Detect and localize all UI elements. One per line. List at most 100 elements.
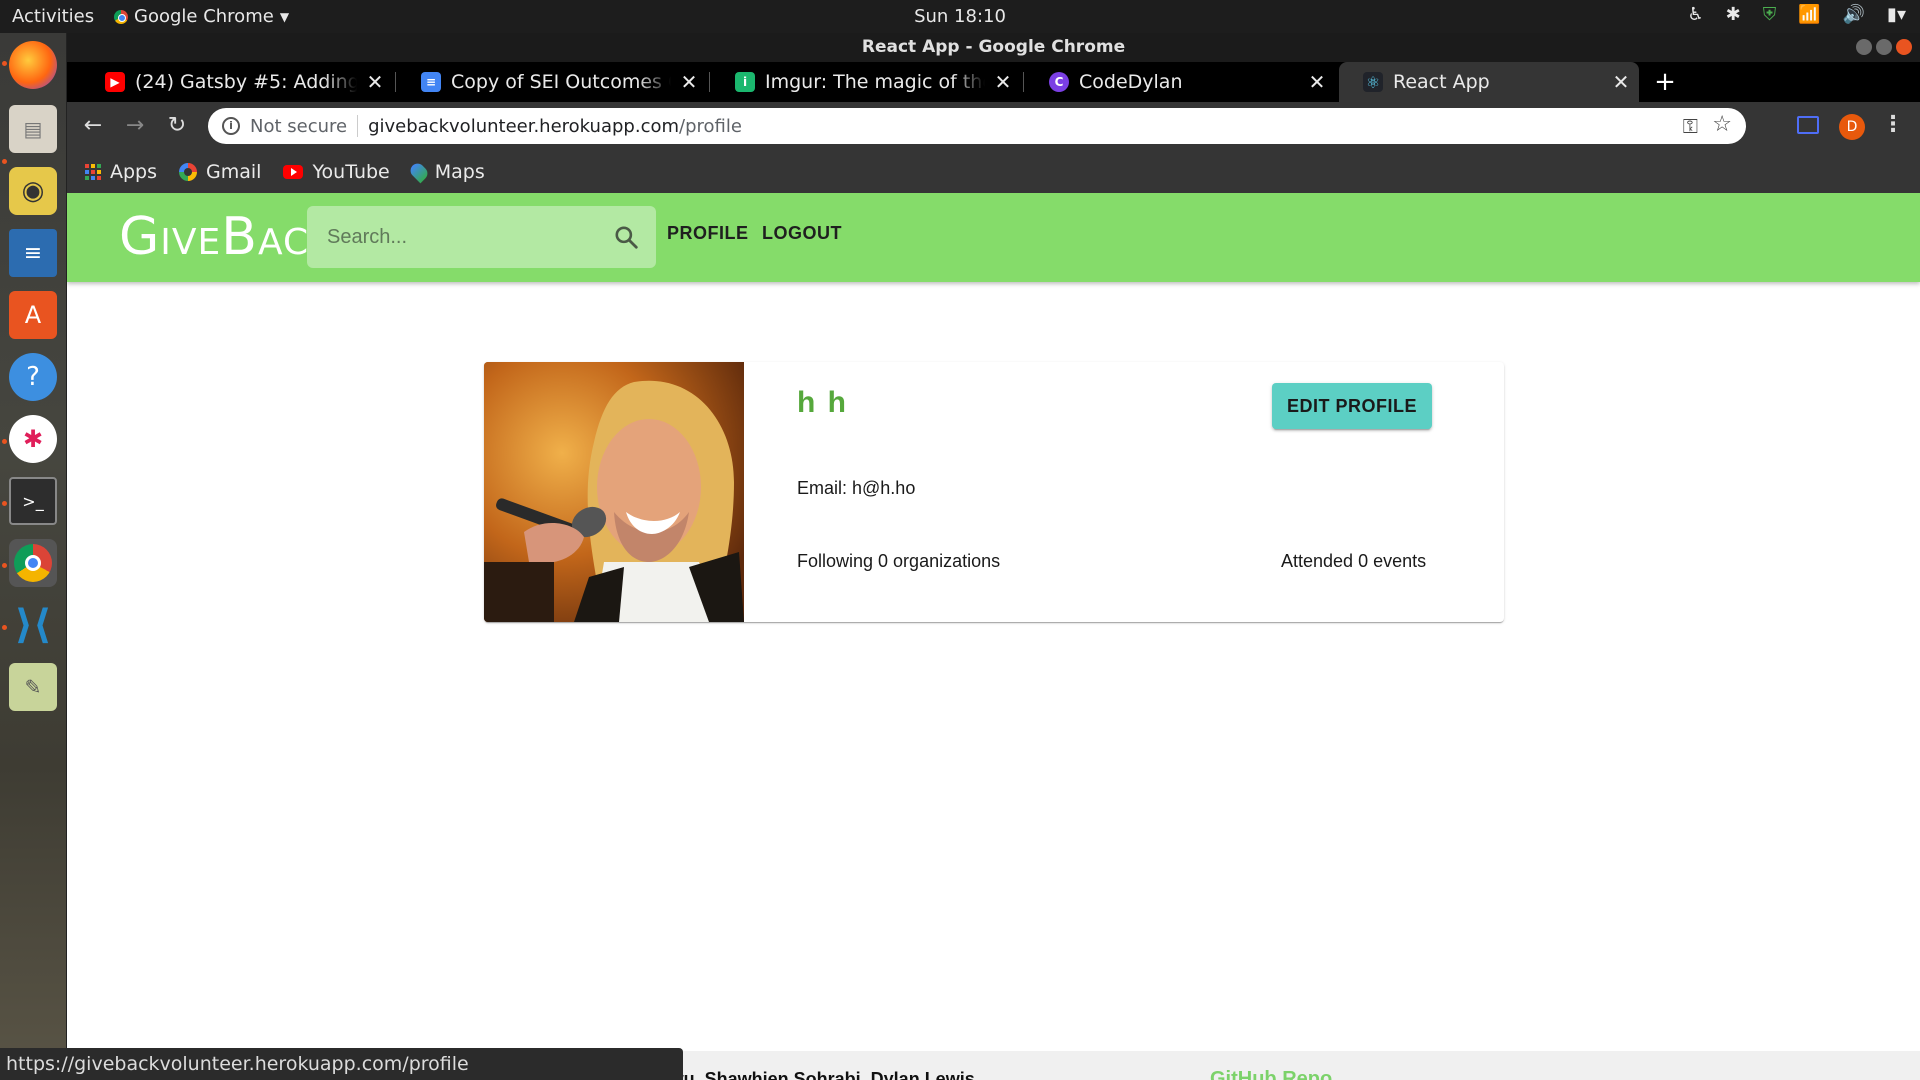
software-center-icon[interactable]: A [9,291,57,339]
running-indicator [2,501,7,506]
user-email: Email: h@h.ho [797,478,916,498]
codedylan-icon: C [1049,72,1069,92]
bookmark-star-icon[interactable]: ☆ [1712,112,1732,137]
forward-icon[interactable]: → [121,112,149,140]
tab-react-app[interactable]: ⚛ React App ✕ [1339,62,1639,102]
profile-photo [484,362,744,622]
system-top-bar: Activities Google Chrome ▼ Sun 18:10 ♿ ✱… [0,0,1920,33]
new-tab-button[interactable]: + [1647,62,1683,102]
following-count: Following 0 organizations [797,551,1001,571]
bookmark-youtube[interactable]: YouTube [283,160,390,183]
edit-profile-button[interactable]: EDIT PROFILE [1272,383,1432,429]
running-indicator [2,61,7,66]
bookmark-gmail[interactable]: Gmail [179,161,261,183]
react-icon: ⚛ [1363,72,1383,92]
bookmark-label: Apps [110,160,158,183]
app-menu[interactable]: Google Chrome ▼ [114,6,289,27]
bookmarks-bar: Apps Gmail YouTube Maps [67,150,1920,193]
bookmark-label: Maps [434,160,485,183]
cast-icon[interactable] [1797,116,1819,134]
tab-title: Imgur: The magic of the In [765,71,985,93]
volume-icon[interactable]: 🔊 [1843,4,1865,25]
close-tab-icon[interactable]: ✕ [1603,70,1639,94]
running-indicator [2,159,7,164]
help-icon[interactable]: ? [9,353,57,401]
more-menu-icon[interactable]: ⋮ [1882,112,1904,137]
bookmark-apps[interactable]: Apps [85,161,157,183]
search-input[interactable] [327,206,607,268]
rhythmbox-icon[interactable]: ◉ [9,167,57,215]
writer-icon[interactable]: ≡ [9,229,57,277]
minimize-button[interactable] [1856,39,1872,55]
github-repo-link[interactable]: GitHub Repo [1210,1068,1332,1080]
apps-icon [85,163,101,180]
close-tab-icon[interactable]: ✕ [357,70,393,94]
nav-profile-link[interactable]: PROFILE [667,223,749,244]
slack-tray-icon[interactable]: ✱ [1726,4,1741,25]
nav-logout-link[interactable]: LOGOUT [762,223,842,244]
window-titlebar[interactable]: React App - Google Chrome [67,33,1920,62]
running-indicator [2,563,7,568]
firefox-icon[interactable] [9,41,57,89]
close-window-button[interactable] [1896,39,1912,55]
chrome-window: React App - Google Chrome ▶ (24) Gatsby … [67,33,1920,1080]
shield-icon[interactable]: ⛨ [1763,4,1777,25]
site-logo[interactable]: GiveBack [119,209,334,265]
site-header: GiveBack PROFILE LOGOUT [67,193,1920,282]
close-tab-icon[interactable]: ✕ [985,70,1021,94]
bookmark-maps[interactable]: Maps [407,160,485,183]
tab-imgur[interactable]: i Imgur: The magic of the In ✕ [711,62,1021,102]
system-tray[interactable]: ♿ ✱ ⛨ 📶 🔊 ▮▾ [1687,4,1906,25]
search-box[interactable] [307,206,656,268]
ubuntu-dock: ▤ ◉ ≡ A ? ✱ >_ ⟩⟨ ✎ [0,33,67,1080]
app-menu-label: Google Chrome [134,6,274,27]
tab-title: Copy of SEI Outcomes Qu [451,71,671,93]
tab-title: React App [1393,71,1490,93]
chrome-icon [114,9,128,24]
battery-icon[interactable]: ▮▾ [1887,4,1906,25]
vscode-icon[interactable]: ⟩⟨ [9,601,57,649]
slack-icon[interactable]: ✱ [9,415,57,463]
bookmark-label: Gmail [206,160,262,183]
maps-icon [407,160,431,183]
address-bar[interactable]: i Not secure givebackvolunteer.herokuapp… [208,108,1746,144]
image-viewer-icon[interactable]: ✎ [9,663,57,711]
clock[interactable]: Sun 18:10 [914,6,1006,27]
close-tab-icon[interactable]: ✕ [1299,70,1335,94]
profile-avatar[interactable]: D [1839,114,1865,140]
chrome-dock-icon[interactable] [9,539,57,587]
google-icon [179,162,198,181]
tab-codedylan[interactable]: C CodeDylan ✕ [1025,62,1335,102]
running-indicator [2,439,7,444]
youtube-icon [283,164,304,179]
page-viewport: GiveBack PROFILE LOGOUT [67,193,1920,1080]
attended-count: Attended 0 events [1281,551,1427,571]
window-title: React App - Google Chrome [861,37,1126,57]
tab-sei-outcomes[interactable]: ≡ Copy of SEI Outcomes Qu ✕ [397,62,707,102]
link-status-bubble: https://givebackvolunteer.herokuapp.com/… [0,1048,683,1080]
terminal-icon[interactable]: >_ [9,477,57,525]
reload-icon[interactable]: ↻ [163,112,191,140]
info-icon[interactable]: i [222,117,240,135]
youtube-icon: ▶ [105,72,125,92]
user-name: h h [797,386,848,419]
url-path: /profile [679,115,742,137]
activities-button[interactable]: Activities [12,6,94,27]
files-icon[interactable]: ▤ [9,105,57,153]
close-tab-icon[interactable]: ✕ [671,70,707,94]
bookmark-label: YouTube [312,160,390,183]
caret-down-icon: ▼ [279,9,290,24]
wifi-icon[interactable]: 📶 [1798,4,1820,25]
accessibility-icon[interactable]: ♿ [1687,4,1703,25]
tab-gatsby[interactable]: ▶ (24) Gatsby #5: Adding Pa ✕ [81,62,393,102]
maximize-button[interactable] [1876,39,1892,55]
back-icon[interactable]: ← [79,112,107,140]
running-indicator [2,625,7,630]
tab-title: CodeDylan [1079,71,1183,93]
browser-toolbar: ← → ↻ i Not secure givebackvolunteer.her… [67,102,1920,150]
profile-card: h h EDIT PROFILE Email: h@h.ho Following… [484,362,1504,622]
key-icon[interactable]: ⚿ [1683,114,1698,138]
security-label[interactable]: Not secure [250,116,347,137]
url-host: givebackvolunteer.herokuapp.com [368,115,680,137]
search-icon[interactable] [613,224,639,250]
